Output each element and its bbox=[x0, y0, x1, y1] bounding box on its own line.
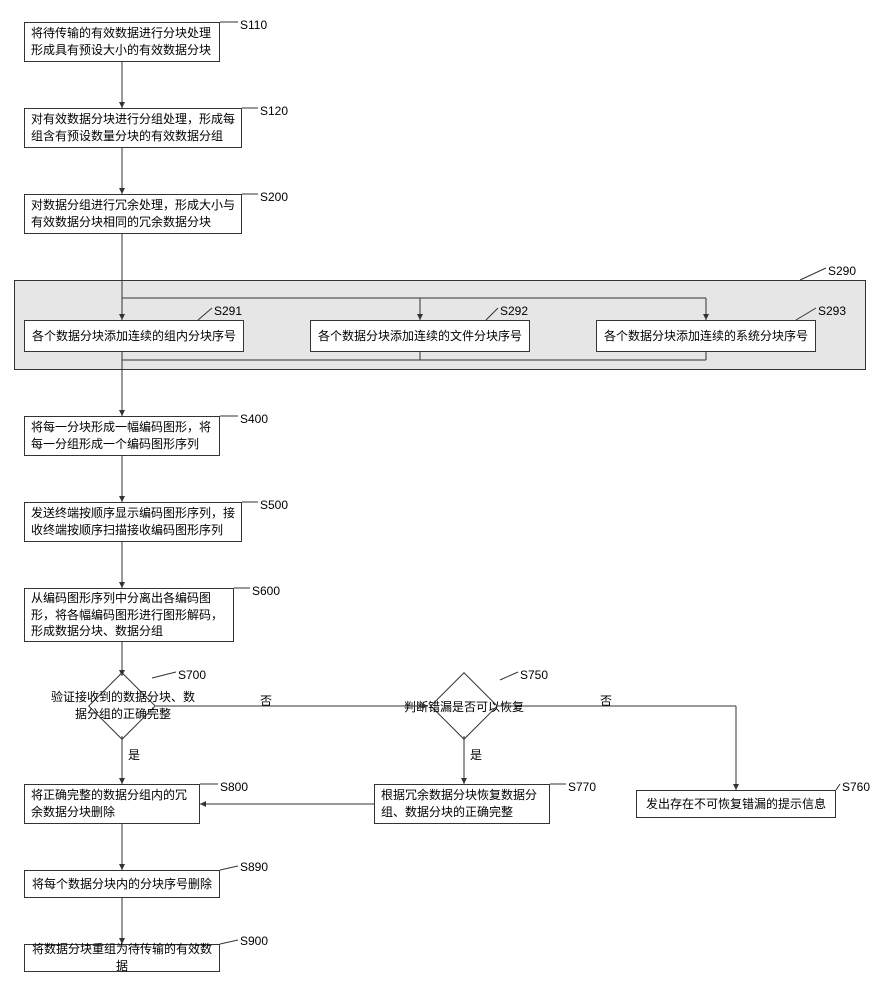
step-s760: 发出存在不可恢复错漏的提示信息 bbox=[636, 790, 836, 818]
step-s292: 各个数据分块添加连续的文件分块序号 bbox=[310, 320, 530, 352]
branch-s700-no: 否 bbox=[260, 692, 272, 709]
label-s200: S200 bbox=[260, 190, 288, 204]
step-s890-text: 将每个数据分块内的分块序号删除 bbox=[32, 876, 212, 893]
label-s120: S120 bbox=[260, 104, 288, 118]
step-s400: 将每一分块形成一幅编码图形，将每一分组形成一个编码图形序列 bbox=[24, 416, 220, 456]
step-s770-text: 根据冗余数据分块恢复数据分组、数据分块的正确完整 bbox=[381, 787, 543, 821]
flow-lines bbox=[0, 0, 879, 1000]
label-s800: S800 bbox=[220, 780, 248, 794]
step-s200-text: 对数据分组进行冗余处理，形成大小与有效数据分块相同的冗余数据分块 bbox=[31, 197, 235, 231]
step-s900-text: 将数据分块重组为待传输的有效数据 bbox=[31, 941, 213, 975]
label-s292: S292 bbox=[500, 304, 528, 318]
label-s750: S750 bbox=[520, 668, 548, 682]
label-s290: S290 bbox=[828, 264, 856, 278]
branch-s700-yes: 是 bbox=[128, 746, 140, 763]
label-s760: S760 bbox=[842, 780, 870, 794]
label-s291: S291 bbox=[214, 304, 242, 318]
step-s500: 发送终端按顺序显示编码图形序列，接收终端按顺序扫描接收编码图形序列 bbox=[24, 502, 242, 542]
step-s500-text: 发送终端按顺序显示编码图形序列，接收终端按顺序扫描接收编码图形序列 bbox=[31, 505, 235, 539]
label-s770: S770 bbox=[568, 780, 596, 794]
step-s800: 将正确完整的数据分组内的冗余数据分块删除 bbox=[24, 784, 200, 824]
step-s110-text: 将待传输的有效数据进行分块处理形成具有预设大小的有效数据分块 bbox=[31, 25, 213, 59]
step-s900: 将数据分块重组为待传输的有效数据 bbox=[24, 944, 220, 972]
step-s110: 将待传输的有效数据进行分块处理形成具有预设大小的有效数据分块 bbox=[24, 22, 220, 62]
label-s600: S600 bbox=[252, 584, 280, 598]
label-s500: S500 bbox=[260, 498, 288, 512]
step-s291: 各个数据分块添加连续的组内分块序号 bbox=[24, 320, 244, 352]
flowchart-canvas: 将待传输的有效数据进行分块处理形成具有预设大小的有效数据分块 S110 对有效数… bbox=[0, 0, 879, 1000]
step-s291-text: 各个数据分块添加连续的组内分块序号 bbox=[32, 328, 236, 345]
label-s900: S900 bbox=[240, 934, 268, 948]
step-s600: 从编码图形序列中分离出各编码图形，将各幅编码图形进行图形解码，形成数据分块、数据… bbox=[24, 588, 234, 642]
decision-s750-text: 判断错漏是否可以恢复 bbox=[394, 698, 534, 715]
step-s200: 对数据分组进行冗余处理，形成大小与有效数据分块相同的冗余数据分块 bbox=[24, 194, 242, 234]
step-s770: 根据冗余数据分块恢复数据分组、数据分块的正确完整 bbox=[374, 784, 550, 824]
label-s890: S890 bbox=[240, 860, 268, 874]
step-s890: 将每个数据分块内的分块序号删除 bbox=[24, 870, 220, 898]
step-s293-text: 各个数据分块添加连续的系统分块序号 bbox=[604, 328, 808, 345]
label-s700: S700 bbox=[178, 668, 206, 682]
decision-s700-text: 验证接收到的数据分块、数据分组的正确完整 bbox=[50, 688, 196, 722]
step-s293: 各个数据分块添加连续的系统分块序号 bbox=[596, 320, 816, 352]
step-s120-text: 对有效数据分块进行分组处理，形成每组含有预设数量分块的有效数据分组 bbox=[31, 111, 235, 145]
label-s293: S293 bbox=[818, 304, 846, 318]
step-s120: 对有效数据分块进行分组处理，形成每组含有预设数量分块的有效数据分组 bbox=[24, 108, 242, 148]
step-s400-text: 将每一分块形成一幅编码图形，将每一分组形成一个编码图形序列 bbox=[31, 419, 213, 453]
step-s760-text: 发出存在不可恢复错漏的提示信息 bbox=[646, 796, 826, 813]
branch-s750-yes: 是 bbox=[470, 746, 482, 763]
step-s600-text: 从编码图形序列中分离出各编码图形，将各幅编码图形进行图形解码，形成数据分块、数据… bbox=[31, 590, 227, 640]
step-s800-text: 将正确完整的数据分组内的冗余数据分块删除 bbox=[31, 787, 193, 821]
branch-s750-no: 否 bbox=[600, 692, 612, 709]
step-s292-text: 各个数据分块添加连续的文件分块序号 bbox=[318, 328, 522, 345]
label-s110: S110 bbox=[240, 18, 267, 32]
label-s400: S400 bbox=[240, 412, 268, 426]
